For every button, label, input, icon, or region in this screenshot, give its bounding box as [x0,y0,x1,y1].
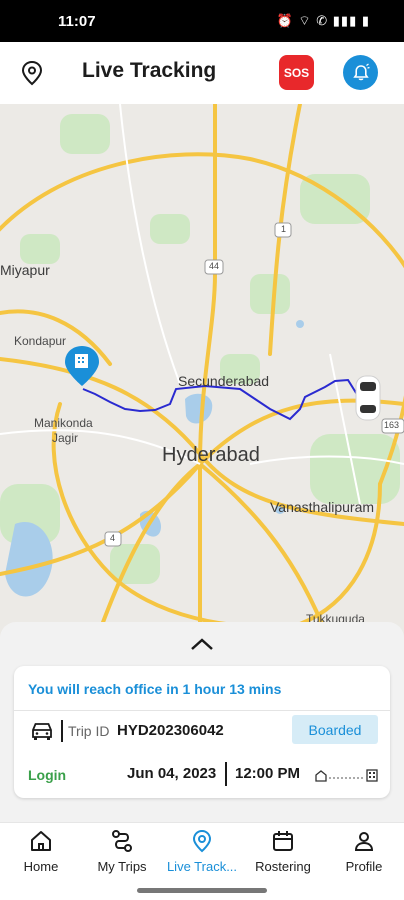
status-icons: ⏰ ⌔ ✆ ▮▮▮ ▮ [276,13,370,28]
route-progress-icon [313,767,379,783]
map-label-jagir: Jagir [52,431,79,445]
trip-time: 12:00 PM [235,765,301,782]
divider [14,710,390,711]
nav-label-live-tracking: Live Track... [166,859,238,874]
eta-text: You will reach office in 1 hour 13 mins [28,681,282,697]
map-view[interactable]: Miyapur Kondapur Manikonda Jagir Secunde… [0,104,404,644]
home-indicator[interactable] [137,888,267,893]
road-shield-163: 163 [384,420,400,430]
home-icon [31,831,51,851]
app-header: Live Tracking SOS [0,42,404,104]
map-label-manikonda: Manikonda [34,416,93,430]
bell-icon [352,63,370,80]
sos-button[interactable]: SOS [279,55,314,90]
map-label-hyderabad: Hyderabad [162,444,260,466]
status-bar: 11:07 ⏰ ⌔ ✆ ▮▮▮ ▮ [0,0,404,42]
road-shield-1: 1 [281,224,287,234]
nav-item-live-tracking[interactable]: Live Track... [162,829,242,881]
map-label-kondapur: Kondapur [14,334,67,348]
road-shield-4: 4 [110,533,116,543]
trip-date: Jun 04, 2023 [127,765,217,782]
nav-item-rostering[interactable]: Rostering [243,829,323,881]
user-icon [354,832,374,851]
chevron-up-icon[interactable] [187,634,217,654]
nav-label-profile: Profile [345,859,383,874]
route-icon [112,830,132,852]
trip-id-label: Trip ID [68,723,110,739]
separator [61,720,63,742]
vehicle-marker-icon[interactable] [355,375,381,421]
road-shield-44: 44 [209,261,220,271]
nav-label-home: Home [23,859,59,874]
nav-item-profile[interactable]: Profile [324,829,404,881]
calendar-icon [273,831,293,851]
nav-item-home[interactable]: Home [1,829,81,881]
map-label-secunderabad: Secunderabad [178,373,270,389]
trip-id-value: HYD202306042 [117,722,224,739]
map-label-miyapur: Miyapur [0,262,50,278]
status-time: 11:07 [58,13,96,30]
trip-type-label: Login [28,767,67,783]
location-pin-icon [192,829,212,853]
nav-label-rostering: Rostering [255,859,311,874]
status-badge: Boarded [292,715,378,744]
page-title: Live Tracking [82,59,217,82]
nav-item-my-trips[interactable]: My Trips [82,829,162,881]
car-icon [30,721,54,741]
map-label-vanasthalipuram: Vanasthalipuram [270,499,375,515]
nav-label-my-trips: My Trips [97,859,147,874]
trip-bottom-sheet: You will reach office in 1 hour 13 mins … [0,622,404,822]
notification-button[interactable] [343,55,378,90]
trip-card: You will reach office in 1 hour 13 mins … [14,666,390,798]
separator [225,762,227,786]
location-pin-icon[interactable] [20,60,44,86]
